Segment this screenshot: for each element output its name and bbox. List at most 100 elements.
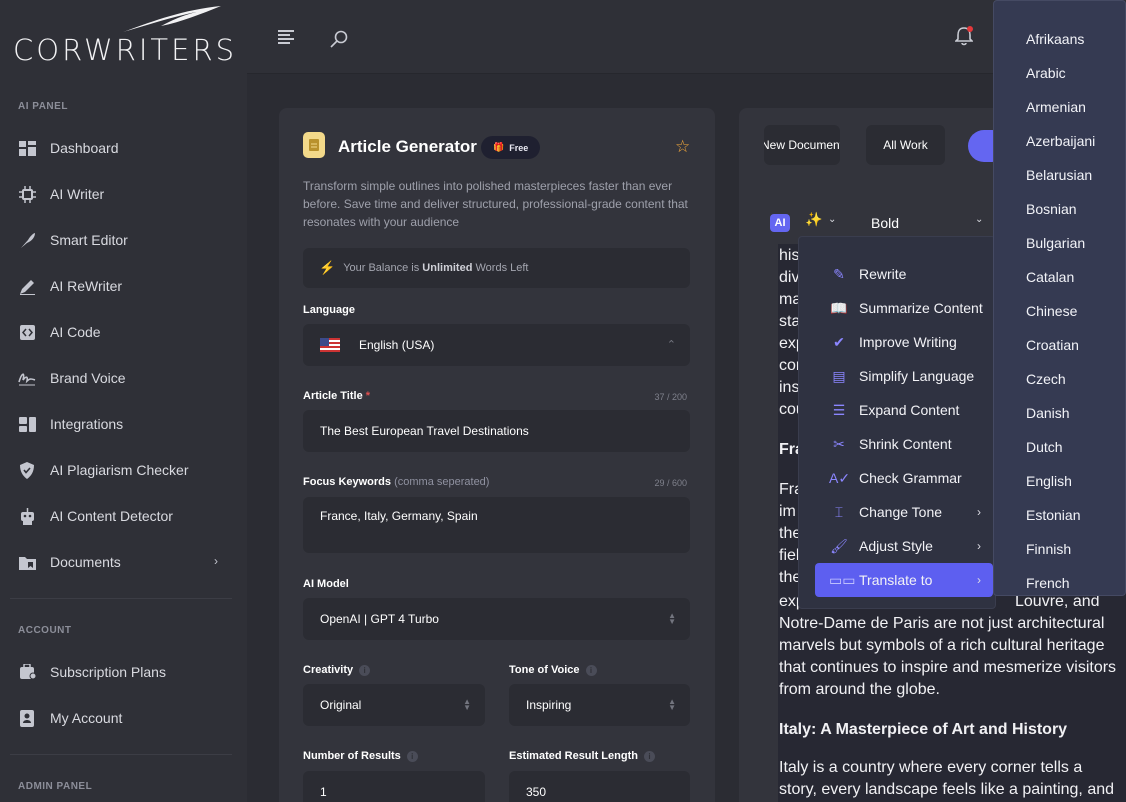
menu-toggle-icon[interactable] (278, 30, 294, 49)
format-select[interactable]: Bold (871, 215, 899, 231)
chevron-right-icon: › (977, 573, 981, 587)
section-account: ACCOUNT (18, 625, 72, 636)
brush-icon: 🖌 (830, 537, 848, 554)
language-option[interactable]: Finnish (1026, 541, 1071, 557)
magic-wand-icon[interactable]: ✨ (805, 211, 822, 228)
language-option[interactable]: Danish (1026, 405, 1070, 421)
integrations-icon (18, 415, 36, 433)
language-option[interactable]: Catalan (1026, 269, 1074, 285)
plan-badge: 🎁 Free (481, 136, 541, 159)
focus-keywords-count: 29 / 600 (654, 478, 687, 488)
article-title-value: The Best European Travel Destinations (320, 424, 529, 438)
language-option[interactable]: Croatian (1026, 337, 1079, 353)
book-icon: 📖 (830, 299, 848, 316)
menu-item-improve-writing[interactable]: ✔ Improve Writing (815, 325, 993, 359)
all-work-button[interactable]: All Work (866, 125, 945, 165)
grammar-icon: A✓ (829, 469, 851, 486)
sidebar-item-ai-plagiarism-checker[interactable]: AI Plagiarism Checker (18, 458, 228, 482)
lightning-icon: ⚡ (319, 260, 336, 275)
language-option[interactable]: Estonian (1026, 507, 1080, 523)
language-option[interactable]: Dutch (1026, 439, 1063, 455)
language-option[interactable]: Bulgarian (1026, 235, 1085, 251)
chevron-down-icon[interactable]: ⌄ (828, 214, 836, 225)
sidebar-item-dashboard[interactable]: Dashboard (18, 136, 228, 160)
tone-value: Inspiring (526, 698, 572, 712)
ai-badge[interactable]: AI (770, 214, 790, 232)
search-icon[interactable] (330, 30, 348, 53)
result-length-input[interactable]: 350 (509, 771, 690, 802)
sidebar-item-integrations[interactable]: Integrations (18, 412, 228, 436)
sidebar-item-ai-content-detector[interactable]: AI Content Detector (18, 504, 228, 528)
sidebar-item-ai-code[interactable]: AI Code (18, 320, 228, 344)
shield-icon (18, 461, 36, 479)
chevron-down-icon[interactable]: ⌄ (975, 214, 983, 225)
sidebar-item-documents[interactable]: Documents › (18, 550, 228, 574)
creativity-label: Creativity i (303, 664, 371, 676)
sidebar-item-brand-voice[interactable]: Brand Voice (18, 366, 228, 390)
sidebar-item-my-account[interactable]: My Account (18, 706, 228, 730)
language-option[interactable]: French (1026, 575, 1070, 591)
language-label: Language (303, 304, 355, 316)
focus-keywords-label: Focus Keywords (comma seperated) (303, 476, 490, 488)
brand-logo[interactable]: CORWRITERS (13, 4, 234, 70)
sidebar-item-label: AI Content Detector (50, 508, 173, 524)
info-icon: i (585, 664, 597, 676)
language-option[interactable]: Armenian (1026, 99, 1086, 115)
feather-logo-icon (123, 6, 221, 32)
scissors-icon: ✂ (833, 435, 845, 452)
balance-banner: ⚡ Your Balance is Unlimited Words Left (303, 248, 690, 288)
select-arrows-icon: ▲ ▼ (463, 697, 471, 712)
language-option[interactable]: Chinese (1026, 303, 1077, 319)
ai-model-select[interactable]: OpenAI | GPT 4 Turbo ▲ ▼ (303, 598, 690, 640)
badge-label: Free (509, 142, 529, 153)
sidebar-item-ai-writer[interactable]: AI Writer (18, 182, 228, 206)
menu-item-adjust-style[interactable]: 🖌 Adjust Style › (815, 529, 993, 563)
language-option[interactable]: Belarusian (1026, 167, 1092, 183)
language-option[interactable]: Arabic (1026, 65, 1066, 81)
notification-bell-icon[interactable] (954, 26, 974, 51)
sidebar: CORWRITERS AI PANEL Dashboard AI Writer … (0, 0, 247, 802)
editor-line: from around the globe. (779, 681, 940, 698)
gift-icon: 🎁 (493, 142, 505, 152)
language-option[interactable]: English (1026, 473, 1072, 489)
result-length-value: 350 (526, 785, 547, 799)
num-results-input[interactable]: 1 (303, 771, 485, 802)
new-document-button[interactable]: New Document (764, 125, 840, 165)
menu-item-change-tone[interactable]: ⌶ Change Tone › (815, 495, 993, 529)
description: Transform simple outlines into polished … (303, 179, 688, 229)
article-generator-card: Article Generator 🎁 Free ☆ Transform simp… (279, 108, 715, 802)
language-option[interactable]: Bosnian (1026, 201, 1077, 217)
creativity-select[interactable]: Original ▲ ▼ (303, 684, 485, 726)
language-option[interactable]: Afrikaans (1026, 31, 1084, 47)
ai-model-label: AI Model (303, 578, 349, 590)
plans-icon (18, 663, 36, 681)
favorite-star-icon[interactable]: ☆ (675, 137, 690, 157)
menu-item-label: Rewrite (859, 266, 907, 282)
menu-item-summarize[interactable]: 📖 Summarize Content (815, 291, 993, 325)
sidebar-item-smart-editor[interactable]: Smart Editor (18, 228, 228, 252)
signature-icon (18, 369, 36, 387)
rewrite-icon: ✎ (833, 265, 845, 282)
sidebar-item-label: My Account (50, 710, 123, 726)
sidebar-divider (10, 754, 232, 755)
article-title-input[interactable]: The Best European Travel Destinations (303, 410, 690, 452)
language-option[interactable]: Azerbaijani (1026, 133, 1095, 149)
menu-item-translate-to[interactable]: ▭▭ Translate to › (815, 563, 993, 597)
tone-select[interactable]: Inspiring ▲ ▼ (509, 684, 690, 726)
sidebar-item-label: Dashboard (50, 140, 119, 156)
us-flag-icon (320, 338, 340, 352)
code-icon (18, 323, 36, 341)
language-option[interactable]: Czech (1026, 371, 1066, 387)
menu-item-shrink-content[interactable]: ✂ Shrink Content (815, 427, 993, 461)
sidebar-item-label: Integrations (50, 416, 124, 432)
language-select[interactable]: English (USA) ⌃ (303, 324, 690, 366)
menu-item-label: Simplify Language (859, 368, 975, 384)
focus-keywords-textarea[interactable]: France, Italy, Germany, Spain (303, 497, 690, 553)
menu-item-expand-content[interactable]: ☰ Expand Content (815, 393, 993, 427)
menu-item-simplify-language[interactable]: ▤ Simplify Language (815, 359, 993, 393)
sidebar-item-label: Documents (50, 554, 121, 570)
menu-item-check-grammar[interactable]: A✓ Check Grammar (815, 461, 993, 495)
menu-item-rewrite[interactable]: ✎ Rewrite (815, 257, 993, 291)
sidebar-item-ai-rewriter[interactable]: AI ReWriter (18, 274, 228, 298)
sidebar-item-subscription-plans[interactable]: Subscription Plans (18, 660, 228, 684)
